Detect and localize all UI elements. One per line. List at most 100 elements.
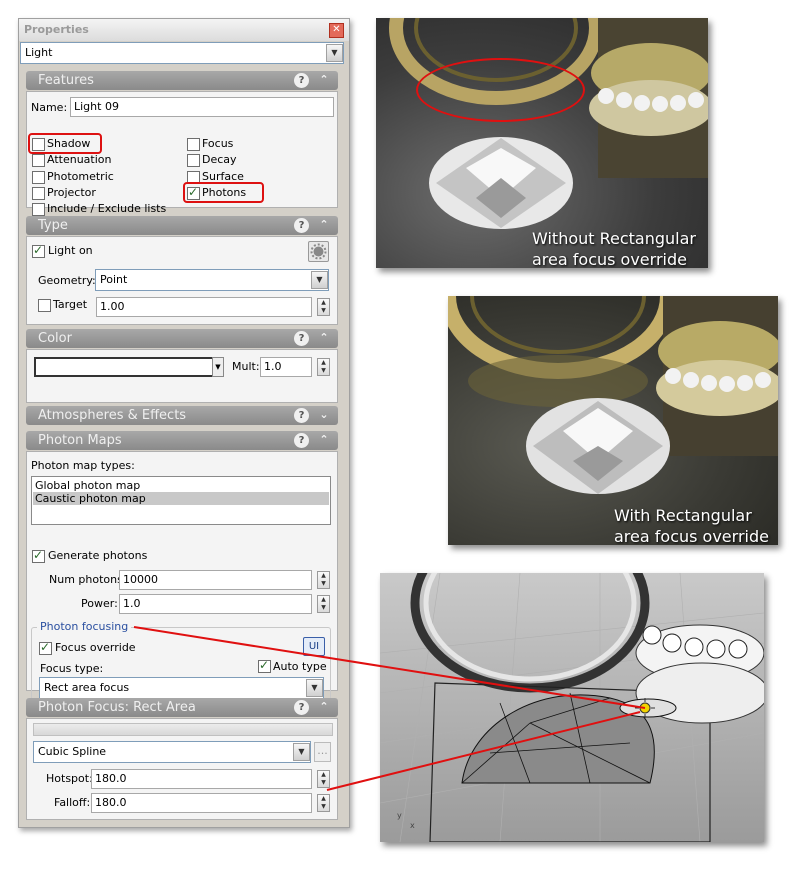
color-title: Color [38, 331, 72, 346]
falloff-field[interactable]: 180.0 [91, 793, 312, 813]
atmospheres-header[interactable]: Atmospheres & Effects ? ⌄ [26, 406, 338, 425]
target-field[interactable]: 1.00 [96, 297, 312, 317]
falloff-value: 180.0 [95, 796, 127, 809]
collapse-icon[interactable]: ⌃ [318, 218, 330, 232]
curve-type-dropdown[interactable]: Cubic Spline ▼ [33, 741, 311, 763]
photon-focus-header[interactable]: Photon Focus: Rect Area ? ⌃ [26, 698, 338, 717]
features-body: Name: Light 09 Shadow Attenuation Photomet… [26, 91, 338, 217]
collapse-icon[interactable]: ⌃ [318, 331, 330, 345]
mult-field[interactable]: 1.0 [260, 357, 312, 377]
caption-without-line1: Without Rectangular [532, 229, 696, 248]
spin-up-icon[interactable]: ▲ [321, 572, 326, 579]
panel-title: Properties [24, 23, 89, 36]
photon-maps-body: Photon map types: Global photon map Caust… [26, 451, 338, 703]
light-on-checkbox[interactable] [32, 243, 45, 258]
ui-button[interactable]: UI [303, 637, 325, 656]
auto-type-checkbox[interactable] [258, 658, 271, 673]
color-swatch[interactable] [34, 357, 214, 377]
geometry-label: Geometry: [38, 274, 96, 287]
focus-type-dropdown[interactable]: Rect area focus ▼ [39, 677, 324, 699]
feature-label: Attenuation [47, 153, 112, 167]
chevron-down-icon[interactable]: ▼ [212, 357, 224, 377]
photon-focusing-label: Photon focusing [37, 620, 132, 633]
falloff-curve-bar[interactable] [33, 723, 333, 736]
spin-down-icon[interactable]: ▼ [321, 779, 326, 786]
atmospheres-title: Atmospheres & Effects [38, 408, 187, 423]
hotspot-value: 180.0 [95, 772, 127, 785]
falloff-spinner[interactable]: ▲ ▼ [317, 794, 330, 812]
power-spinner[interactable]: ▲ ▼ [317, 595, 330, 613]
spin-down-icon[interactable]: ▼ [321, 580, 326, 587]
falloff-label: Falloff: [54, 796, 91, 809]
spin-up-icon[interactable]: ▲ [321, 795, 326, 802]
photon-map-type-item[interactable]: Global photon map [33, 479, 329, 492]
help-icon[interactable]: ? [294, 408, 309, 423]
curve-type-value: Cubic Spline [38, 745, 107, 758]
chevron-down-icon[interactable]: ▼ [306, 679, 323, 697]
caption-without-line2: area focus override [532, 250, 687, 268]
generate-photons-checkbox[interactable] [32, 548, 45, 563]
panel-title-bar: Properties ✕ [19, 19, 349, 41]
name-field[interactable]: Light 09 [70, 97, 334, 117]
feature-checkbox[interactable] [32, 203, 45, 217]
object-type-dropdown[interactable]: Light ▼ [20, 42, 344, 64]
mult-label: Mult: [232, 360, 260, 373]
focus-override-label: Focus override [55, 641, 136, 654]
focus-override-checkbox[interactable] [39, 640, 52, 655]
num-photons-label: Num photons: [49, 573, 127, 586]
auto-type-label: Auto type [273, 660, 327, 673]
spin-up-icon[interactable]: ▲ [321, 596, 326, 603]
spin-down-icon[interactable]: ▼ [321, 604, 326, 611]
type-body: Light on Geometry: Point ▼ Target 1.00 ▲… [26, 236, 338, 325]
feature-checkbox[interactable] [32, 170, 45, 184]
geometry-dropdown[interactable]: Point ▼ [95, 269, 329, 291]
spin-down-icon[interactable]: ▼ [321, 367, 326, 374]
spin-up-icon[interactable]: ▲ [321, 359, 326, 366]
type-title: Type [38, 218, 68, 233]
hotspot-spinner[interactable]: ▲ ▼ [317, 770, 330, 788]
num-photons-field[interactable]: 10000 [119, 570, 312, 590]
focus-type-value: Rect area focus [44, 681, 130, 694]
close-icon[interactable]: ✕ [329, 23, 344, 38]
chevron-down-icon[interactable]: ▼ [326, 44, 343, 62]
help-icon[interactable]: ? [294, 433, 309, 448]
spin-down-icon[interactable]: ▼ [321, 803, 326, 810]
collapse-icon[interactable]: ⌃ [318, 700, 330, 714]
focus-type-label: Focus type: [40, 662, 104, 675]
photon-maps-header[interactable]: Photon Maps ? ⌃ [26, 431, 338, 450]
spin-down-icon[interactable]: ▼ [321, 307, 326, 314]
target-checkbox[interactable] [38, 299, 51, 312]
mult-spinner[interactable]: ▲ ▼ [317, 358, 330, 376]
help-icon[interactable]: ? [294, 218, 309, 233]
target-spinner[interactable]: ▲ ▼ [317, 298, 330, 316]
feature-checkbox[interactable] [32, 154, 45, 168]
power-field[interactable]: 1.0 [119, 594, 312, 614]
photon-map-types-list[interactable]: Global photon map Caustic photon map [31, 476, 331, 525]
collapse-icon[interactable]: ⌃ [318, 433, 330, 447]
feature-checkbox[interactable] [187, 138, 200, 151]
spin-up-icon[interactable]: ▲ [321, 771, 326, 778]
expand-icon[interactable]: ⌄ [318, 408, 330, 422]
hotspot-field[interactable]: 180.0 [91, 769, 312, 789]
help-icon[interactable]: ? [294, 700, 309, 715]
chevron-down-icon[interactable]: ▼ [293, 743, 310, 761]
color-header[interactable]: Color ? ⌃ [26, 329, 338, 348]
feature-checkbox[interactable] [32, 186, 45, 200]
object-type-value: Light [25, 46, 53, 59]
generate-photons-label: Generate photons [48, 549, 148, 562]
spin-up-icon[interactable]: ▲ [321, 299, 326, 306]
type-header[interactable]: Type ? ⌃ [26, 216, 338, 235]
photon-map-type-item[interactable]: Caustic photon map [33, 492, 329, 505]
light-settings-button[interactable] [308, 241, 329, 262]
curve-edit-button[interactable]: ... [314, 742, 331, 762]
target-value: 1.00 [100, 300, 125, 313]
feature-checkbox[interactable] [187, 154, 200, 168]
caption-with-line1: With Rectangular [614, 506, 752, 525]
num-photons-spinner[interactable]: ▲ ▼ [317, 571, 330, 589]
chevron-down-icon[interactable]: ▼ [311, 271, 328, 289]
features-header[interactable]: Features ? ⌃ [26, 71, 338, 90]
photon-focus-body: Cubic Spline ▼ ... Hotspot: 180.0 ▲ ▼ Fal… [26, 718, 338, 820]
help-icon[interactable]: ? [294, 73, 309, 88]
help-icon[interactable]: ? [294, 331, 309, 346]
collapse-icon[interactable]: ⌃ [318, 73, 330, 87]
